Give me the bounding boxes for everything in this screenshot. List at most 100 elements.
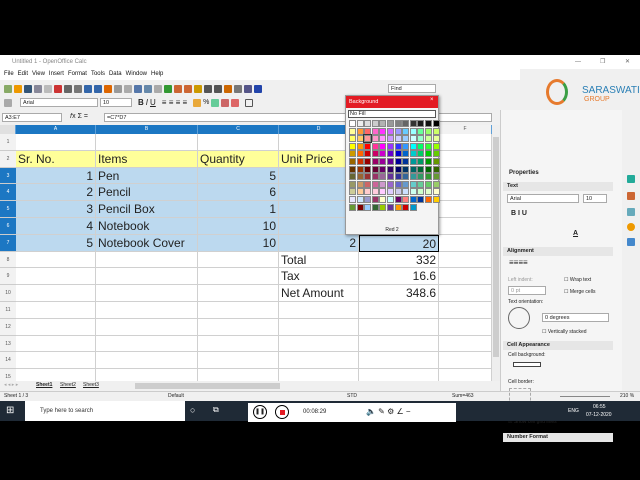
row-header-13[interactable]: 13 [0, 335, 16, 353]
color-swatch[interactable] [356, 180, 364, 188]
toolbar-icon-6[interactable] [54, 84, 62, 93]
color-swatch[interactable] [364, 180, 372, 188]
cell[interactable] [198, 335, 279, 353]
vertical-scrollbar[interactable] [492, 125, 500, 381]
windows-start-icon[interactable]: ⊞ [6, 405, 14, 416]
color-swatch[interactable] [386, 173, 394, 181]
cell[interactable] [198, 369, 279, 381]
color-swatch[interactable] [364, 127, 372, 135]
color-swatch[interactable] [394, 127, 402, 135]
row-header-8[interactable]: 8 [0, 251, 16, 269]
color-swatch[interactable] [424, 142, 432, 150]
align-icons[interactable]: ≡ ≡ ≡ ≡ [162, 98, 187, 107]
cell[interactable] [439, 268, 492, 286]
currency-icon[interactable] [193, 98, 202, 107]
color-swatch[interactable] [386, 180, 394, 188]
color-swatch[interactable] [409, 127, 417, 135]
color-swatch[interactable] [417, 150, 425, 158]
bold-button[interactable]: B [138, 98, 144, 107]
cell[interactable] [198, 352, 279, 370]
color-swatch[interactable] [424, 120, 432, 127]
toolbar-icon-1[interactable] [4, 84, 12, 93]
color-swatch[interactable] [402, 142, 410, 150]
color-swatch[interactable] [371, 157, 379, 165]
function-wizard-icon[interactable]: 𝑓x Σ = [70, 113, 88, 121]
cell[interactable] [96, 302, 198, 319]
toolbar-icon-18[interactable] [174, 84, 182, 93]
cell[interactable] [279, 352, 359, 370]
font-name-select[interactable]: Arial [20, 98, 98, 107]
header-cell[interactable]: Items [96, 150, 198, 168]
color-swatch[interactable] [394, 120, 402, 127]
color-swatch[interactable] [364, 142, 372, 150]
color-swatch[interactable] [394, 203, 402, 211]
column-header-C[interactable]: C [198, 125, 279, 134]
color-swatch[interactable] [394, 135, 402, 143]
row-header-4[interactable]: 4 [0, 184, 16, 202]
color-swatch[interactable] [356, 203, 364, 211]
color-swatch[interactable] [417, 142, 425, 150]
color-swatch[interactable] [432, 142, 440, 150]
toolbar-icon-26[interactable] [254, 84, 262, 93]
header-cell[interactable]: Sr. No. [16, 150, 96, 168]
color-swatch[interactable] [379, 165, 387, 173]
column-header-B[interactable]: B [96, 125, 198, 134]
selection-mode[interactable]: STD [347, 392, 357, 401]
color-swatch[interactable] [394, 180, 402, 188]
color-swatch[interactable] [356, 120, 364, 127]
cell[interactable] [16, 268, 96, 286]
color-swatch[interactable] [379, 188, 387, 196]
toolbar-icon-8[interactable] [74, 84, 82, 93]
tab-nav-buttons[interactable]: ◂ ◂ ▸ ▸ [4, 382, 18, 388]
data-cell[interactable]: 1 [198, 201, 279, 218]
color-swatch[interactable] [379, 195, 387, 203]
taskbar-search[interactable]: Type here to search [25, 401, 185, 421]
cell[interactable] [279, 302, 359, 319]
summary-value[interactable]: 332 [359, 251, 439, 269]
color-swatch[interactable] [402, 173, 410, 181]
alignment-section-header[interactable]: Alignment [503, 247, 613, 256]
color-swatch[interactable] [371, 150, 379, 158]
clock-date[interactable]: 07-12-2020 [586, 412, 612, 418]
color-swatch[interactable] [356, 142, 364, 150]
color-swatch[interactable] [349, 150, 356, 158]
color-swatch[interactable] [394, 142, 402, 150]
color-swatch[interactable] [356, 157, 364, 165]
color-swatch[interactable] [364, 173, 372, 181]
color-swatch[interactable] [432, 173, 440, 181]
color-swatch[interactable] [364, 195, 372, 203]
tab-sheet3[interactable]: Sheet3 [83, 382, 99, 388]
menu-tools[interactable]: Tools [91, 71, 105, 77]
color-swatch[interactable] [417, 188, 425, 196]
color-swatch[interactable] [371, 203, 379, 211]
color-swatch[interactable] [402, 188, 410, 196]
color-swatch[interactable] [409, 195, 417, 203]
cell[interactable] [359, 318, 439, 336]
cell[interactable] [439, 184, 492, 202]
cell[interactable] [96, 251, 198, 269]
header-cell[interactable]: Quantity [198, 150, 279, 168]
color-swatch[interactable] [349, 173, 356, 181]
font-color-button[interactable]: A [573, 230, 578, 237]
menu-window[interactable]: Window [126, 71, 147, 77]
toolbar-icon-12[interactable] [114, 84, 122, 93]
color-swatch[interactable] [409, 173, 417, 181]
color-swatch[interactable] [409, 120, 417, 127]
underline-button[interactable]: U [150, 98, 156, 107]
color-swatch[interactable] [409, 142, 417, 150]
functions-deck-icon[interactable] [627, 238, 635, 246]
color-swatch[interactable] [417, 195, 425, 203]
no-fill-button[interactable]: No Fill [348, 110, 436, 118]
color-swatch[interactable] [386, 150, 394, 158]
color-swatch[interactable] [409, 165, 417, 173]
text-section-header[interactable]: Text [503, 182, 613, 191]
popup-close-icon[interactable]: × [430, 97, 434, 103]
data-cell[interactable]: 10 [198, 218, 279, 235]
color-swatch[interactable] [417, 180, 425, 188]
color-swatch[interactable] [432, 127, 440, 135]
data-cell[interactable]: Notebook [96, 218, 198, 235]
color-swatch[interactable] [424, 188, 432, 196]
cell[interactable] [279, 318, 359, 336]
color-swatch[interactable] [363, 134, 373, 144]
toolbar-icon-22[interactable] [214, 84, 222, 93]
